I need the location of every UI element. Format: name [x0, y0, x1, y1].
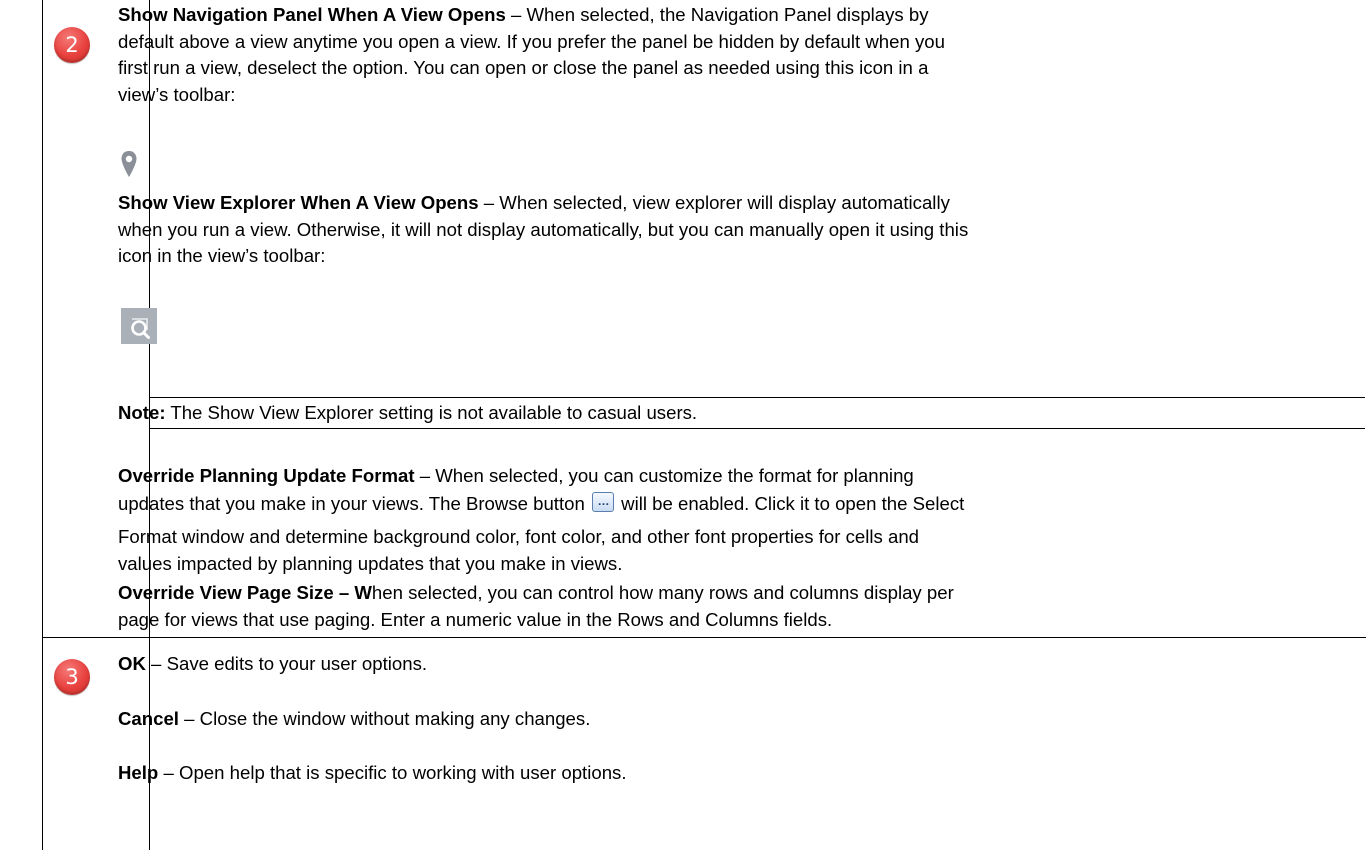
option-title: OK — [118, 653, 146, 674]
note-bottom-rule — [149, 428, 1365, 429]
option-title: Help — [118, 762, 159, 783]
planning-format-option: Override Planning Update Format – When s… — [118, 465, 965, 514]
note: Note: The Show View Explorer setting is … — [118, 402, 698, 423]
step-3-badge: 3 — [54, 659, 90, 695]
view-explorer-option: Show View Explorer When A View Opens – W… — [118, 192, 969, 267]
note-label: Note: — [118, 402, 166, 423]
map-pin-icon — [121, 151, 137, 177]
ok-description: OK – Save edits to your user options. — [118, 653, 428, 674]
step-2-badge: 2 — [54, 27, 90, 63]
option-title: Show Navigation Panel When A View Opens — [118, 4, 506, 25]
option-title: Show View Explorer When A View Opens — [118, 192, 479, 213]
nav-panel-option: Show Navigation Panel When A View Opens … — [118, 4, 945, 105]
row-separator — [42, 637, 1366, 638]
option-title: Override View Page Size – W — [118, 582, 372, 603]
view-explorer-icon — [121, 308, 157, 344]
planning-format-option-cont: Format window and determine background c… — [118, 526, 920, 574]
note-top-rule — [149, 397, 1365, 398]
cancel-description: Cancel – Close the window without making… — [118, 708, 591, 729]
option-title: Override Planning Update Format — [118, 465, 415, 486]
option-title: Cancel — [118, 708, 179, 729]
help-description: Help – Open help that is specific to wor… — [118, 762, 627, 783]
page-size-option: Override View Page Size – When selected,… — [118, 582, 954, 630]
browse-button-icon: … — [592, 492, 614, 512]
document-page: 2 Show Navigation Panel When A View Open… — [0, 0, 1366, 850]
